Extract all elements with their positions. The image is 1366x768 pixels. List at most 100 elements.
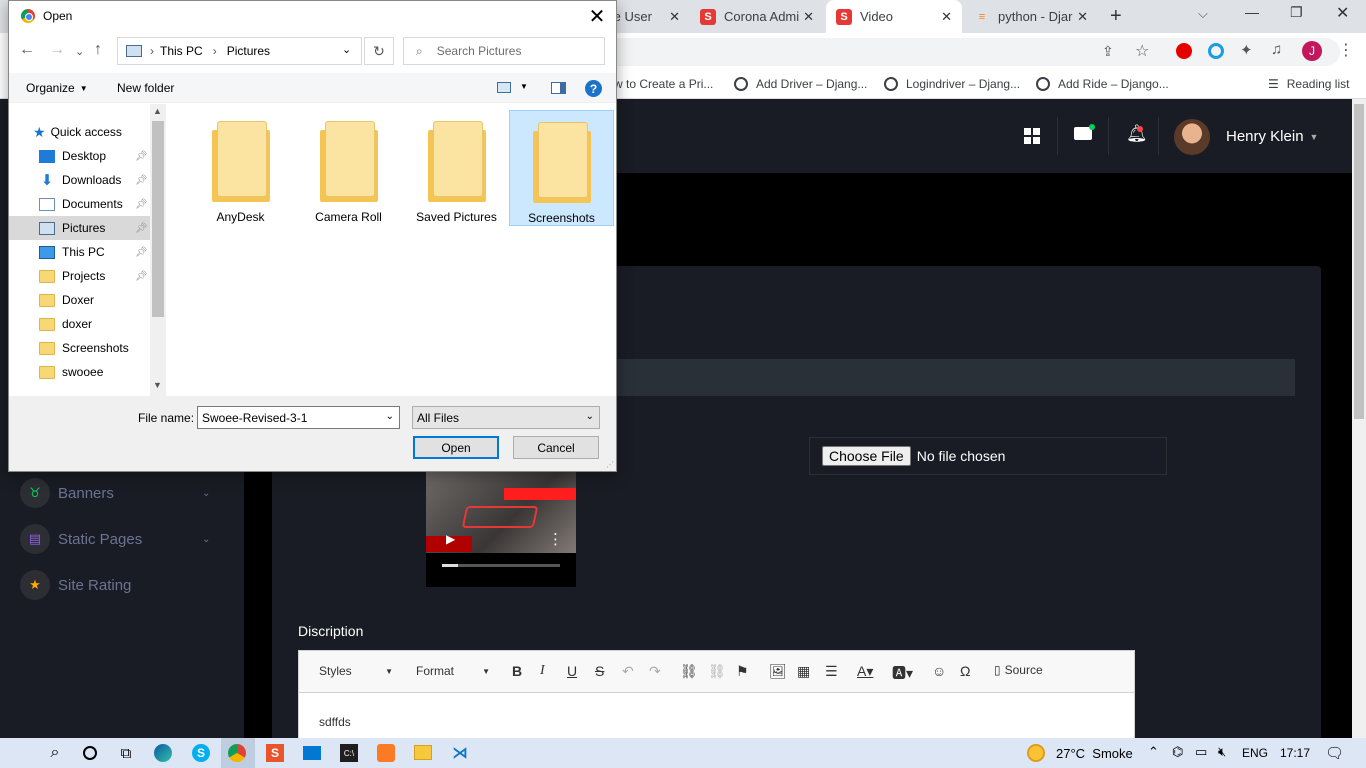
tree-item-downloads[interactable]: ⬇ Downloads xyxy=(39,169,122,191)
weather-icon[interactable] xyxy=(1027,744,1045,762)
file-name-dropdown-icon[interactable]: ⌄ xyxy=(386,411,394,422)
skype-icon[interactable]: S xyxy=(192,744,210,762)
sidebar-item-site-rating[interactable]: ★ Site Rating xyxy=(20,569,131,601)
sidebar-item-static-pages[interactable]: ▤ Static Pages ⌄ xyxy=(20,523,210,555)
weather-text[interactable]: 27°C Smoke xyxy=(1056,746,1133,761)
sidebar-item-banners[interactable]: ♉︎ Banners ⌄ xyxy=(20,477,210,509)
task-view-icon[interactable]: ⧉ xyxy=(115,742,137,764)
tree-item-doxer-lower[interactable]: doxer xyxy=(39,313,92,335)
view-dropdown-icon[interactable]: ▼ xyxy=(520,82,528,91)
tab-python-django[interactable]: ≡ python - Djar ✕ xyxy=(964,0,1098,33)
file-name-input[interactable]: Swoee-Revised-3-1 ⌄ xyxy=(197,406,400,429)
media-icon[interactable]: ♫ xyxy=(1271,41,1282,58)
share-icon[interactable]: ⇪ xyxy=(1102,43,1114,60)
file-explorer-icon[interactable] xyxy=(414,745,432,760)
link-icon[interactable]: ⛓︎ xyxy=(680,663,698,680)
underline-icon[interactable]: U xyxy=(567,663,577,679)
redo-icon[interactable]: ↷ xyxy=(649,663,661,680)
vscode-icon[interactable]: ⋊ xyxy=(451,744,469,762)
format-dropdown[interactable]: Format ▼ xyxy=(404,659,494,683)
new-tab-icon[interactable]: + xyxy=(1110,5,1122,28)
up-icon[interactable]: ↑ xyxy=(94,41,102,59)
user-menu[interactable]: Henry Klein ▼ xyxy=(1226,128,1318,145)
undo-icon[interactable]: ↶ xyxy=(622,663,634,680)
tree-scrollbar-thumb[interactable] xyxy=(152,121,164,317)
meet-now-icon[interactable]: ⌬ xyxy=(1172,744,1183,760)
breadcrumb[interactable]: › This PC › Pictures ⌄ xyxy=(117,37,362,65)
bookmark-item[interactable]: w to Create a Pri... xyxy=(614,77,713,91)
tree-item-this-pc[interactable]: This PC xyxy=(39,241,105,263)
windows-start-icon[interactable] xyxy=(8,744,26,762)
tab-video[interactable]: S Video ✕ xyxy=(826,0,962,33)
search-icon[interactable]: ⌕ xyxy=(44,742,66,764)
scroll-down-icon[interactable]: ▼ xyxy=(153,380,162,390)
tree-scrollbar[interactable]: ▲ ▼ xyxy=(150,104,166,396)
special-char-icon[interactable]: Ω xyxy=(960,663,970,679)
file-item-camera-roll[interactable]: Camera Roll xyxy=(296,110,401,226)
anchor-flag-icon[interactable]: ⚑ xyxy=(736,663,749,680)
open-button[interactable]: Open xyxy=(413,436,499,459)
menu-kebab-icon[interactable]: ⋮ xyxy=(1338,40,1354,60)
back-icon[interactable]: ← xyxy=(19,41,35,59)
bookmark-item[interactable]: Add Ride – Django... xyxy=(1036,77,1169,91)
tree-item-quick-access[interactable]: ★ Quick access xyxy=(33,121,122,143)
text-color-icon[interactable]: A▾ xyxy=(857,663,873,680)
cortana-icon[interactable] xyxy=(79,742,101,764)
avatar[interactable] xyxy=(1174,119,1210,155)
file-input[interactable]: Choose File No file chosen xyxy=(809,437,1167,475)
tray-chevron-icon[interactable]: ⌃ xyxy=(1148,744,1159,760)
italic-icon[interactable]: I xyxy=(540,663,545,679)
editor-content[interactable]: sdffds xyxy=(319,715,351,729)
opera-extension-icon[interactable] xyxy=(1176,43,1192,59)
refresh-icon[interactable]: ↻ xyxy=(364,37,394,65)
tree-item-desktop[interactable]: Desktop xyxy=(39,145,106,167)
recent-chevron-icon[interactable]: ⌄ xyxy=(75,45,84,58)
bookmark-item[interactable]: Logindriver – Djang... xyxy=(884,77,1020,91)
puzzle-icon[interactable]: ✦ xyxy=(1240,41,1253,59)
resize-grip-icon[interactable]: ⋰ xyxy=(606,460,614,469)
play-icon[interactable]: ▶ xyxy=(446,532,455,546)
clock[interactable]: 17:17 xyxy=(1280,746,1310,760)
tab-corona-admin[interactable]: S Corona Admi ✕ xyxy=(690,0,824,33)
strikethrough-icon[interactable]: S xyxy=(595,663,604,679)
sublime-icon[interactable]: S xyxy=(266,744,284,762)
tree-item-pictures[interactable]: Pictures xyxy=(39,217,105,239)
video-thumbnail[interactable]: ▶ ⋮ xyxy=(426,472,576,587)
bookmark-item[interactable]: Add Driver – Djang... xyxy=(734,77,867,91)
extension-icon[interactable] xyxy=(1208,43,1224,59)
breadcrumb-this-pc[interactable]: This PC xyxy=(160,44,203,58)
edge-icon[interactable] xyxy=(154,744,172,762)
forward-icon[interactable]: → xyxy=(49,41,65,59)
chrome-icon[interactable] xyxy=(228,744,246,762)
minimize-icon[interactable]: — xyxy=(1245,4,1259,20)
bold-icon[interactable]: B xyxy=(512,663,522,679)
file-type-select[interactable]: All Files ⌄ xyxy=(412,406,600,429)
scroll-up-icon[interactable]: ▲ xyxy=(153,106,162,116)
tab-search-chevron-icon[interactable]: ⌵ xyxy=(1198,6,1208,22)
tree-item-doxer[interactable]: Doxer xyxy=(39,289,94,311)
address-dropdown-icon[interactable]: ⌄ xyxy=(342,43,351,56)
video-progress-track[interactable] xyxy=(442,564,560,567)
view-options-icon[interactable] xyxy=(497,82,511,93)
window-close-icon[interactable]: ✕ xyxy=(1336,3,1349,23)
network-icon[interactable]: ▭ xyxy=(1195,744,1207,760)
help-icon[interactable]: ? xyxy=(585,80,602,97)
restore-icon[interactable]: ❐ xyxy=(1290,4,1303,21)
terminal-icon[interactable]: C:\ xyxy=(340,744,358,762)
file-item-anydesk[interactable]: AnyDesk xyxy=(188,110,293,226)
video-menu-icon[interactable]: ⋮ xyxy=(548,530,563,548)
cancel-button[interactable]: Cancel xyxy=(513,436,599,459)
text-input[interactable] xyxy=(600,359,1295,396)
source-button[interactable]: ▯ Source xyxy=(994,663,1043,677)
language-indicator[interactable]: ENG xyxy=(1242,746,1268,760)
bookmark-star-icon[interactable]: ☆ xyxy=(1135,41,1149,61)
tab-close-icon[interactable]: ✕ xyxy=(941,9,952,25)
image-icon[interactable]: 🖼︎ xyxy=(769,663,787,680)
tab-close-icon[interactable]: ✕ xyxy=(669,9,680,25)
mail-icon[interactable] xyxy=(1074,124,1095,140)
file-type-dropdown-icon[interactable]: ⌄ xyxy=(586,411,594,422)
background-color-icon[interactable]: 🅰︎▾ xyxy=(892,663,913,683)
tree-item-projects[interactable]: Projects xyxy=(39,265,105,287)
emoji-icon[interactable]: ☺ xyxy=(932,663,946,679)
notification-center-icon[interactable]: 🗨︎ xyxy=(1325,744,1344,762)
